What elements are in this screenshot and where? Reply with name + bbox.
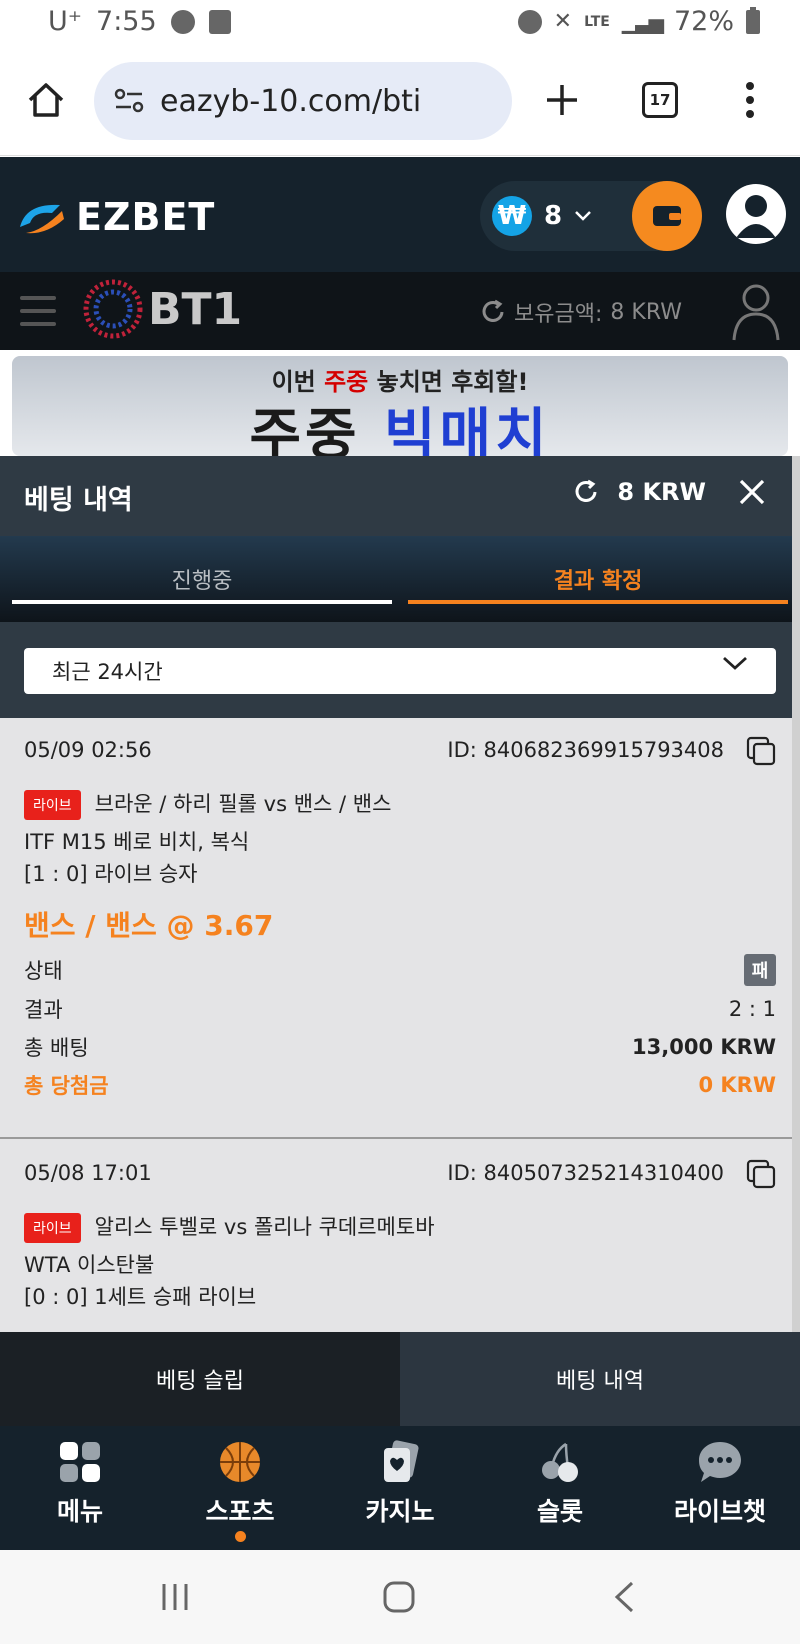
match-line: 라이브 알리스 투벨로 vs 폴리나 쿠데르메토바 — [24, 1211, 435, 1243]
carrier-label: U⁺ — [48, 6, 83, 37]
match-name: 브라운 / 하리 필롤 vs 밴스 / 밴스 — [94, 792, 392, 816]
copy-icon[interactable] — [746, 736, 776, 766]
account-avatar[interactable] — [726, 184, 786, 244]
period-select[interactable]: 최근 24시간 — [24, 648, 776, 694]
close-icon[interactable] — [738, 478, 766, 506]
won-currency-icon: ₩ — [492, 196, 532, 236]
live-badge: 라이브 — [24, 790, 81, 820]
bet-datetime: 05/08 17:01 — [24, 1161, 152, 1185]
wallet-amount: 8 — [544, 201, 563, 231]
sportsbook-header: BT1 보유금액: 8 KRW — [0, 272, 800, 350]
balance-value: 8 KRW — [610, 299, 682, 325]
live-badge: 라이브 — [24, 1213, 81, 1243]
signal-icon: ▁▃▅ — [621, 9, 664, 34]
payout-row: 총 당첨금 0 KRW — [24, 1073, 776, 1098]
bet-slip-tab[interactable]: 베팅 슬립 — [0, 1332, 400, 1426]
lost-badge: 패 — [744, 954, 776, 986]
promo-banner[interactable]: 이번 주중 놓치면 후회할! 주중 빅매치 — [12, 356, 788, 456]
market-name: [1 : 0] 라이브 승자 — [24, 862, 198, 886]
clock: 7:55 — [96, 6, 157, 37]
market-name: [0 : 0] 1세트 승패 라이브 — [24, 1285, 257, 1309]
bt1-logo: BT1 — [82, 278, 242, 340]
panel-header: 베팅 내역 8 KRW — [0, 456, 792, 536]
banner-headline: 주중 빅매치 — [249, 403, 551, 456]
wallet-icon — [653, 206, 681, 226]
bet-tabs: 베팅 슬립 베팅 내역 — [0, 1332, 800, 1426]
filter-bar: 최근 24시간 — [0, 622, 800, 718]
basketball-icon — [220, 1442, 260, 1482]
balance-display: 보유금액: 8 KRW — [480, 296, 682, 328]
system-navigation-bar — [0, 1550, 800, 1644]
site-settings-icon[interactable] — [114, 88, 144, 114]
status-tabs: 진행중 결과 확정 — [0, 536, 792, 622]
network-label: LTE — [584, 13, 610, 30]
profile-status-icon — [170, 9, 195, 34]
panel-scrollbar[interactable] — [792, 456, 800, 1332]
stake-row: 총 배팅 13,000 KRW — [24, 1035, 776, 1060]
bet-datetime: 05/09 02:56 — [24, 738, 152, 762]
chevron-down-icon — [575, 211, 591, 221]
league-name: WTA 이스탄불 — [24, 1253, 155, 1277]
home-icon[interactable] — [26, 80, 66, 120]
active-indicator — [234, 1531, 246, 1542]
account-icon[interactable] — [728, 280, 784, 342]
volte-icon — [208, 9, 231, 34]
back-nav-icon[interactable] — [612, 1580, 636, 1614]
user-icon — [736, 195, 776, 238]
bet-history-tab[interactable]: 베팅 내역 — [400, 1332, 800, 1426]
copy-icon[interactable] — [746, 1159, 776, 1189]
nav-menu[interactable]: 메뉴 — [0, 1426, 160, 1550]
bet-id: ID: 840507325214310400 — [447, 1161, 724, 1185]
status-row: 상태 패 — [24, 954, 776, 986]
bet-card: 05/09 02:56 ID: 840682369915793408 라이브 브라… — [0, 718, 800, 1098]
more-menu-icon[interactable] — [744, 80, 756, 120]
bottom-navigation: 메뉴 스포츠 카지노 슬롯 라이브챗 — [0, 1426, 800, 1550]
menu-grid-icon — [60, 1442, 100, 1482]
site-header: EZBET ₩ 8 — [0, 157, 800, 272]
status-bar: U⁺ 7:55 ✕ LTE ▁▃▅ 72% — [0, 0, 800, 48]
battery-percent: 72% — [673, 6, 734, 37]
nav-casino[interactable]: 카지노 — [320, 1426, 480, 1550]
ezbet-swoosh-icon — [20, 204, 64, 234]
tab-count-button[interactable]: 17 — [642, 82, 678, 118]
result-row: 결과 2 : 1 — [24, 997, 776, 1022]
dotted-globe-icon — [83, 279, 143, 339]
alarm-icon — [517, 9, 542, 34]
chevron-down-icon — [723, 656, 747, 670]
bet-id: ID: 840682369915793408 — [447, 738, 724, 762]
refresh-icon[interactable] — [480, 299, 506, 325]
recent-apps-icon[interactable] — [160, 1582, 190, 1612]
refresh-icon[interactable] — [573, 479, 599, 505]
league-name: ITF M15 베로 비치, 복식 — [24, 830, 250, 854]
cards-icon — [384, 1440, 419, 1482]
chat-bubble-icon — [699, 1442, 741, 1482]
nav-sports[interactable]: 스포츠 — [160, 1426, 320, 1550]
hamburger-menu-icon[interactable] — [20, 296, 56, 335]
match-name: 알리스 투벨로 vs 폴리나 쿠데르메토바 — [94, 1215, 435, 1239]
nav-live-chat[interactable]: 라이브챗 — [640, 1426, 800, 1550]
bet-pick: 밴스 / 밴스 @ 3.67 — [24, 909, 274, 942]
bet-history-panel: 베팅 내역 8 KRW 진행중 결과 확정 최근 24시간 05/09 02:5… — [0, 456, 800, 1332]
panel-balance: 8 KRW — [617, 478, 706, 506]
cherry-icon — [542, 1442, 578, 1482]
tab-in-progress[interactable]: 진행중 — [12, 536, 392, 622]
ezbet-logo[interactable]: EZBET — [16, 195, 215, 239]
balance-label: 보유금액: — [514, 302, 603, 327]
nav-slots[interactable]: 슬롯 — [480, 1426, 640, 1550]
bet-card: 05/08 17:01 ID: 840507325214310400 라이브 알리… — [0, 1139, 800, 1332]
address-bar[interactable]: eazyb-10.com/bti — [94, 62, 512, 140]
mute-icon: ✕ — [553, 9, 573, 34]
panel-title: 베팅 내역 — [24, 485, 133, 516]
home-nav-icon[interactable] — [382, 1580, 416, 1614]
match-line: 라이브 브라운 / 하리 필롤 vs 밴스 / 밴스 — [24, 788, 391, 820]
browser-toolbar: eazyb-10.com/bti 17 — [0, 48, 800, 156]
tab-settled[interactable]: 결과 확정 — [408, 536, 788, 622]
new-tab-icon[interactable] — [544, 82, 580, 118]
period-select-value: 최근 24시간 — [52, 660, 163, 684]
battery-icon — [746, 6, 760, 34]
deposit-button[interactable] — [632, 181, 702, 251]
url-text[interactable]: eazyb-10.com/bti — [160, 84, 421, 119]
